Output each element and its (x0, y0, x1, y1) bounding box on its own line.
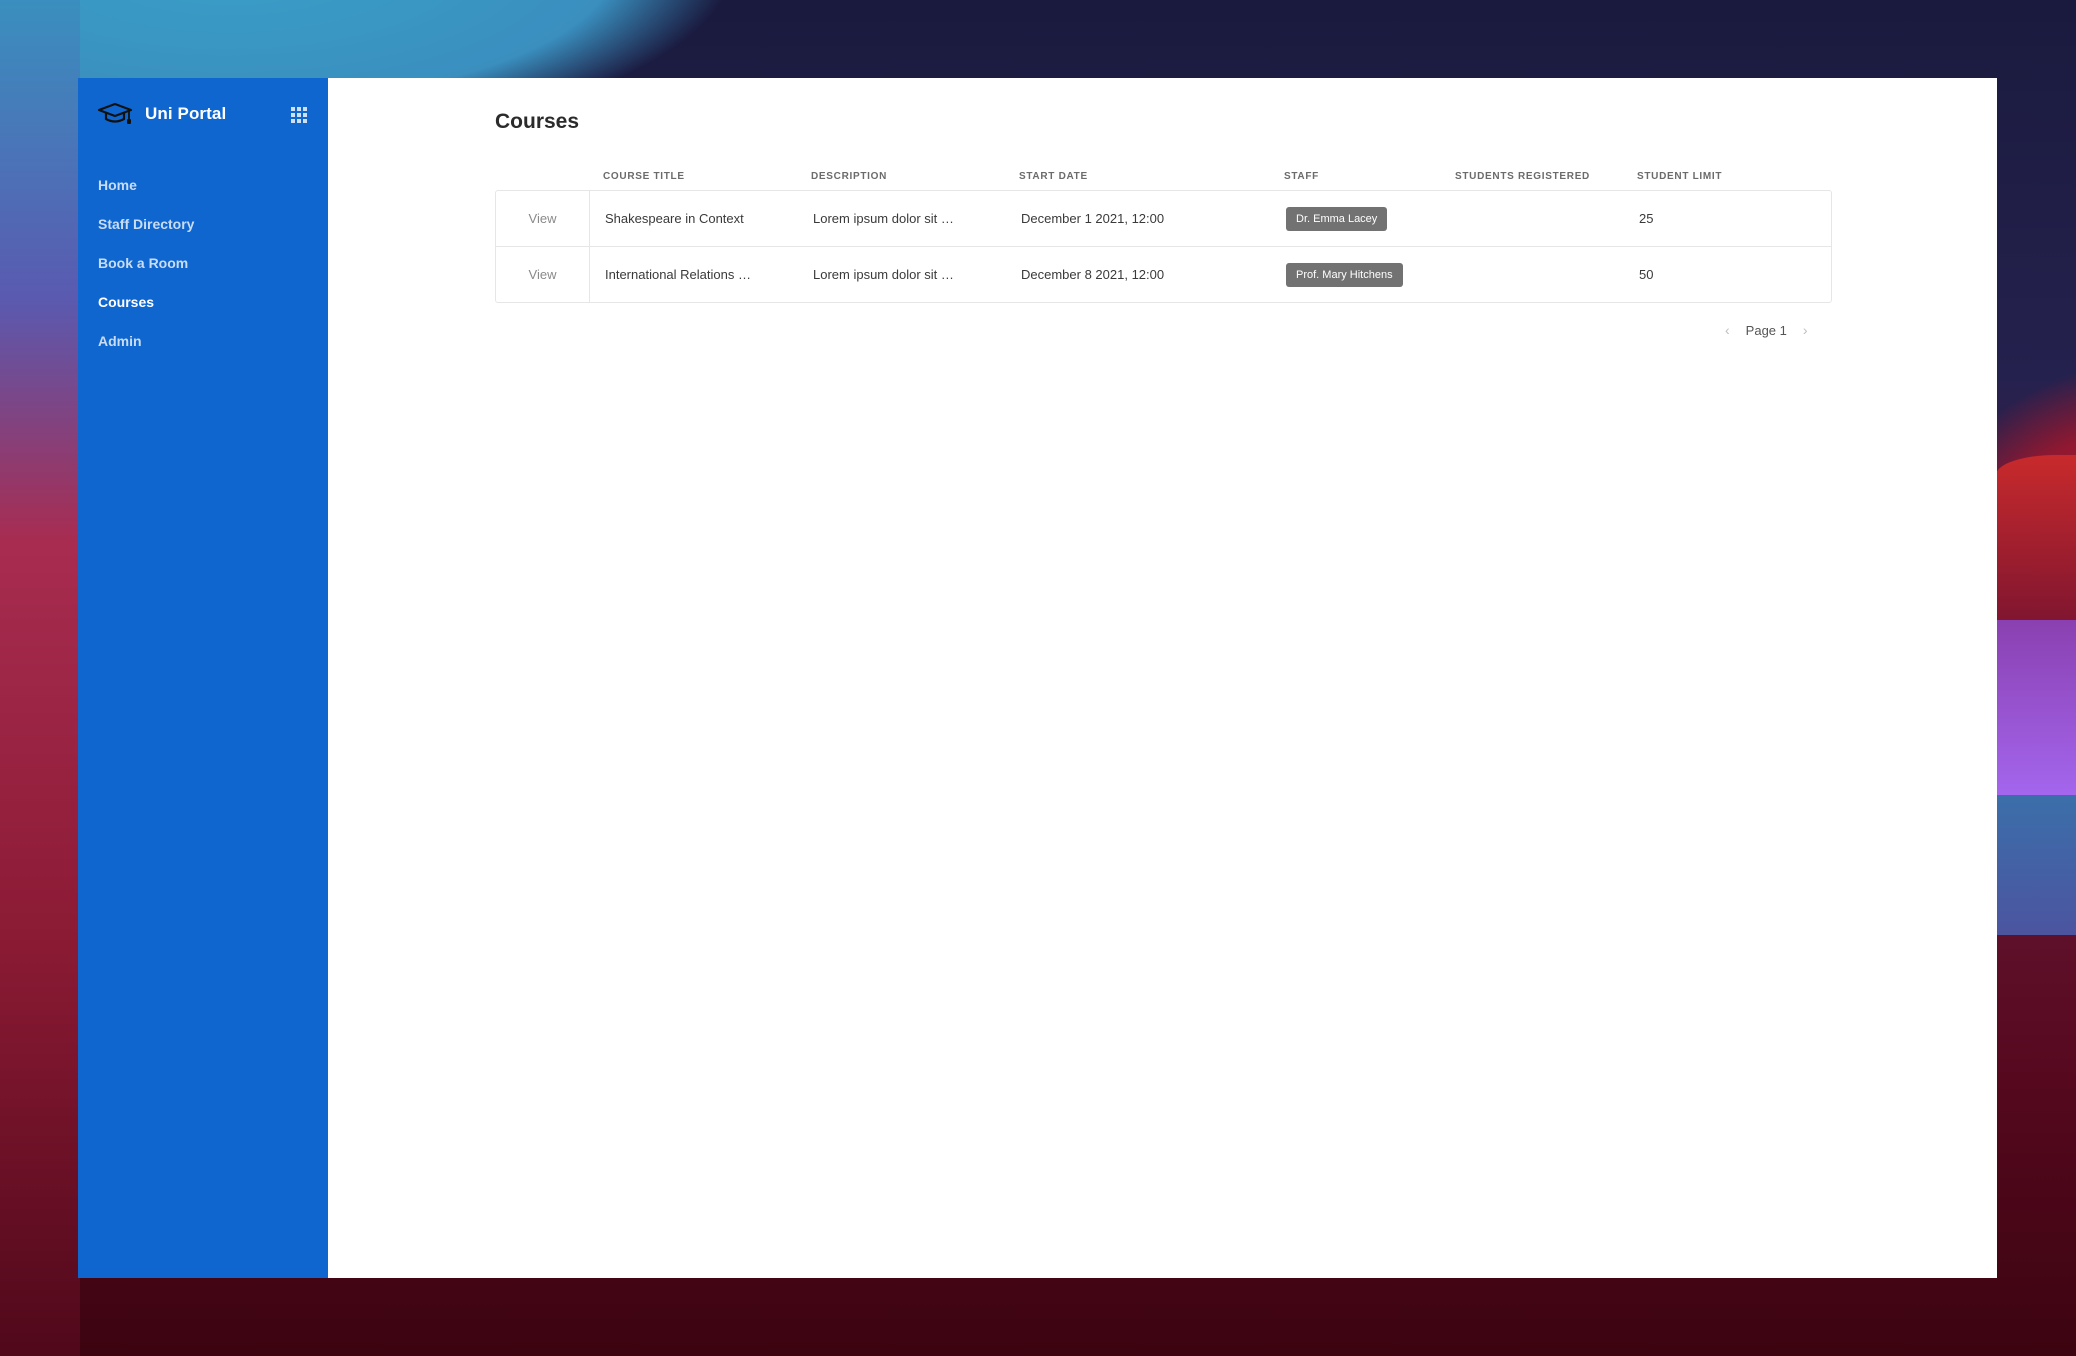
column-header-course-title[interactable]: Course Title (588, 171, 796, 182)
course-description: Lorem ipsum dolor sit … (813, 267, 954, 282)
main-content: Courses Course Title Description Start D… (328, 78, 1997, 1278)
course-student-limit: 25 (1639, 211, 1654, 226)
staff-badge[interactable]: Prof. Mary Hitchens (1286, 262, 1403, 287)
column-header-description[interactable]: Description (796, 171, 1004, 182)
view-button[interactable]: View (496, 247, 590, 302)
chevron-right-icon[interactable]: › (1803, 322, 1808, 338)
view-button[interactable]: View (496, 191, 590, 246)
sidebar-item-staff-directory[interactable]: Staff Directory (98, 205, 194, 244)
table-row: View Shakespeare in Context Lorem ipsum … (496, 191, 1831, 246)
graduation-cap-icon (97, 102, 133, 124)
column-header-start-date[interactable]: Start Date (1004, 171, 1269, 182)
table-header: Course Title Description Start Date Staf… (495, 162, 1832, 190)
sidebar-nav: Home Staff Directory Book a Room Courses… (98, 166, 194, 361)
course-staff: Prof. Mary Hitchens (1271, 262, 1442, 287)
column-header-action (495, 176, 588, 177)
course-description: Lorem ipsum dolor sit … (813, 211, 954, 226)
staff-badge[interactable]: Dr. Emma Lacey (1286, 206, 1388, 231)
wallpaper-right-purple (1996, 620, 2076, 796)
sidebar-item-admin[interactable]: Admin (98, 322, 194, 361)
course-start-date: December 1 2021, 12:00 (1021, 211, 1165, 226)
wallpaper-right-red (1996, 455, 2076, 635)
course-title: Shakespeare in Context (605, 211, 744, 226)
sidebar-item-book-a-room[interactable]: Book a Room (98, 244, 194, 283)
page-indicator: Page 1 (1745, 322, 1787, 338)
app-window: Uni Portal Home Staff Directory Book a R… (78, 78, 1997, 1278)
sidebar-item-home[interactable]: Home (98, 166, 194, 205)
grid-apps-icon[interactable] (291, 107, 307, 123)
wallpaper-right-blue (1996, 795, 2076, 935)
course-staff: Dr. Emma Lacey (1271, 206, 1442, 231)
course-start-date: December 8 2021, 12:00 (1021, 267, 1165, 282)
course-student-limit: 50 (1639, 267, 1654, 282)
wallpaper-left (0, 0, 80, 1356)
table-row: View International Relations … Lorem ips… (496, 246, 1831, 302)
sidebar: Uni Portal Home Staff Directory Book a R… (78, 78, 328, 1278)
column-header-student-limit[interactable]: Student Limit (1622, 171, 1832, 182)
column-header-staff[interactable]: Staff (1269, 171, 1440, 182)
brand[interactable]: Uni Portal (97, 102, 226, 126)
table-body: View Shakespeare in Context Lorem ipsum … (495, 190, 1832, 303)
app-name: Uni Portal (145, 104, 227, 123)
chevron-left-icon[interactable]: ‹ (1725, 322, 1730, 338)
pagination: ‹ Page 1 › (1725, 322, 1808, 338)
column-header-students-registered[interactable]: Students Registered (1440, 171, 1622, 182)
page-title: Courses (495, 110, 580, 133)
courses-table: Course Title Description Start Date Staf… (495, 162, 1832, 303)
sidebar-item-courses[interactable]: Courses (98, 283, 194, 322)
course-title: International Relations … (605, 267, 751, 282)
